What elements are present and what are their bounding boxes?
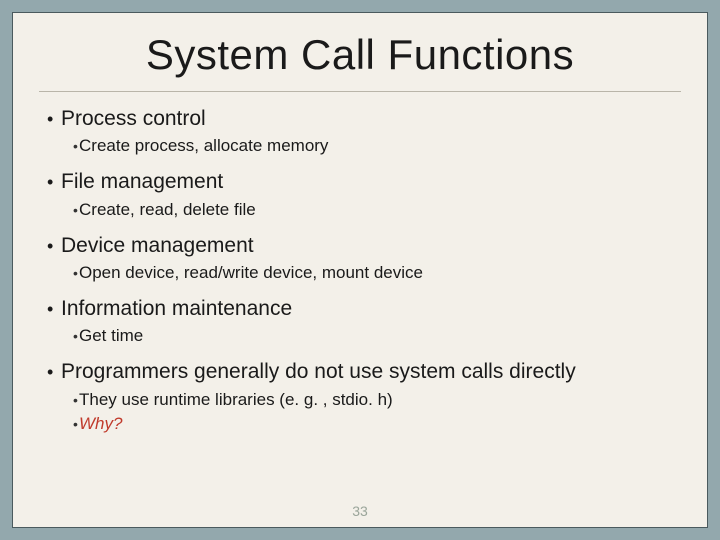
sub-bullet-item: •Open device, read/write device, mount d… (39, 262, 681, 284)
bullet-item: •Process control•Create process, allocat… (39, 106, 681, 157)
bullet-item: •File management•Create, read, delete fi… (39, 169, 681, 220)
slide: System Call Functions •Process control•C… (12, 12, 708, 528)
bullet-marker: • (39, 109, 61, 130)
sub-bullet-label: Create process, allocate memory (73, 135, 328, 157)
page-number: 33 (13, 503, 707, 519)
sub-bullet-list: •Get time (39, 325, 681, 347)
bullet-marker: • (39, 236, 61, 257)
bullet-item: •Information maintenance•Get time (39, 296, 681, 347)
sub-bullet-why: Why? (73, 413, 122, 435)
sub-bullet-label: Open device, read/write device, mount de… (73, 262, 423, 284)
bullet-label: Programmers generally do not use system … (61, 359, 576, 385)
sub-bullet-item: •They use runtime libraries (e. g. , std… (39, 389, 681, 411)
sub-bullet-list: •Open device, read/write device, mount d… (39, 262, 681, 284)
bullet-label: Process control (61, 106, 206, 132)
sub-bullet-label: They use runtime libraries (e. g. , stdi… (73, 389, 393, 411)
sub-bullet-marker: • (39, 392, 73, 408)
sub-bullet-marker: • (39, 202, 73, 218)
sub-bullet-marker: • (39, 138, 73, 154)
sub-bullet-label: Get time (73, 325, 143, 347)
bullet-marker: • (39, 362, 61, 383)
bullet-label: Information maintenance (61, 296, 292, 322)
bullet-item: •Device management•Open device, read/wri… (39, 233, 681, 284)
bullet-marker: • (39, 172, 61, 193)
sub-bullet-list: •They use runtime libraries (e. g. , std… (39, 389, 681, 435)
sub-bullet-label: Create, read, delete file (73, 199, 256, 221)
sub-bullet-marker: • (39, 265, 73, 281)
sub-bullet-item: •Get time (39, 325, 681, 347)
bullet-list: •Process control•Create process, allocat… (39, 106, 681, 435)
bullet-label: File management (61, 169, 223, 195)
sub-bullet-list: •Create, read, delete file (39, 199, 681, 221)
sub-bullet-item: •Create, read, delete file (39, 199, 681, 221)
sub-bullet-item: •Create process, allocate memory (39, 135, 681, 157)
sub-bullet-marker: • (39, 416, 73, 432)
bullet-label: Device management (61, 233, 254, 259)
sub-bullet-marker: • (39, 328, 73, 344)
sub-bullet-list: •Create process, allocate memory (39, 135, 681, 157)
slide-title: System Call Functions (39, 27, 681, 91)
title-divider (39, 91, 681, 92)
sub-bullet-item: •Why? (39, 413, 681, 435)
bullet-item: •Programmers generally do not use system… (39, 359, 681, 434)
bullet-marker: • (39, 299, 61, 320)
